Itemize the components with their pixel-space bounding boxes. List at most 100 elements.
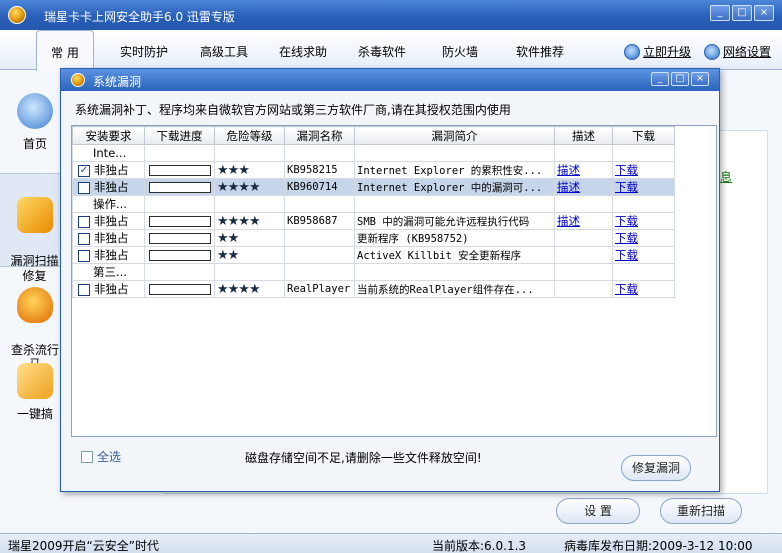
progress-cell xyxy=(144,178,215,196)
row-checkbox[interactable]: ✓ xyxy=(78,164,90,177)
table-group-row: 操作... xyxy=(72,195,675,213)
download-progress-bar xyxy=(148,283,211,295)
risk-level-cell: ★★★★ xyxy=(214,212,285,230)
table-group-row: 第三... xyxy=(72,263,675,281)
settings-button[interactable]: 设 置 xyxy=(556,498,640,524)
column-header[interactable]: 下载 xyxy=(612,126,675,145)
shield-icon xyxy=(17,287,53,323)
column-header[interactable]: 漏洞简介 xyxy=(354,126,555,145)
requirement-cell: 非独占 xyxy=(72,212,145,230)
download-cell: 下载 xyxy=(612,246,675,264)
describe-cell xyxy=(554,263,613,281)
vuln-summary-cell: Internet Explorer 中的漏洞可... xyxy=(354,178,555,196)
risk-level-cell xyxy=(214,263,285,281)
table-row[interactable]: 非独占 ★★ ActiveX Killbit 安全更新程序 下载 xyxy=(72,246,675,264)
describe-cell xyxy=(554,246,613,264)
requirement-cell: 非独占 xyxy=(72,280,145,298)
download-link[interactable]: 下载 xyxy=(615,180,638,194)
vuln-summary-cell xyxy=(354,195,555,213)
progress-cell xyxy=(144,144,215,162)
column-header[interactable]: 安装要求 xyxy=(72,126,145,145)
repair-vulnerabilities-button[interactable]: 修复漏洞 xyxy=(621,455,691,481)
table-row[interactable]: 非独占 ★★ 更新程序 (KB958752) 下载 xyxy=(72,229,675,247)
column-header[interactable]: 漏洞名称 xyxy=(284,126,355,145)
close-button[interactable]: × xyxy=(754,5,774,21)
row-checkbox[interactable] xyxy=(78,181,90,194)
maximize-button[interactable]: □ xyxy=(732,5,752,21)
minimize-button[interactable]: _ xyxy=(710,5,730,21)
download-link[interactable]: 下载 xyxy=(615,248,638,262)
status-virus-db-date: 病毒库发布日期:2009-3-12 10:00 xyxy=(564,539,753,553)
download-cell xyxy=(612,263,675,281)
upgrade-link[interactable]: 立即升级 xyxy=(624,43,691,60)
tab-online-help[interactable]: 在线求助 xyxy=(279,43,327,60)
vuln-name-cell: KB958215 xyxy=(284,161,355,179)
column-header[interactable]: 描述 xyxy=(554,126,613,145)
tab-common[interactable]: 常 用 xyxy=(36,30,94,71)
describe-link[interactable]: 描述 xyxy=(557,163,580,177)
info-link[interactable]: 息 xyxy=(720,168,732,185)
describe-cell xyxy=(554,195,613,213)
download-cell xyxy=(612,144,675,162)
table-row[interactable]: 非独占 ★★★★ KB960714 Internet Explorer 中的漏洞可..… xyxy=(72,178,675,196)
dialog-titlebar: 系统漏洞 _ □ × xyxy=(61,69,719,91)
tab-realtime-protection[interactable]: 实时防护 xyxy=(120,43,168,60)
vuln-name-cell: RealPlayer xyxy=(284,280,355,298)
download-link[interactable]: 下载 xyxy=(615,214,638,228)
progress-cell xyxy=(144,263,215,281)
vulnerability-table: 安装要求 下载进度 危险等级 漏洞名称 漏洞简介 描述 下载 Inte... ✓ 非… xyxy=(72,126,675,298)
progress-cell xyxy=(144,280,215,298)
vuln-summary-cell: ActiveX Killbit 安全更新程序 xyxy=(354,246,555,264)
status-slogan: 瑞星2009开启“云安全”时代 xyxy=(8,539,159,553)
download-progress-bar xyxy=(148,164,211,176)
describe-cell xyxy=(554,280,613,298)
requirement-text: Inte... xyxy=(93,146,127,160)
describe-cell: 描述 xyxy=(554,212,613,230)
requirement-text: 非独占 xyxy=(94,214,129,228)
download-link[interactable]: 下载 xyxy=(615,282,638,296)
tab-antivirus[interactable]: 杀毒软件 xyxy=(358,43,406,60)
describe-cell xyxy=(554,229,613,247)
requirement-cell: 非独占 xyxy=(72,178,145,196)
row-checkbox[interactable] xyxy=(78,249,90,262)
dialog-minimize-button[interactable]: _ xyxy=(651,72,669,86)
table-row[interactable]: 非独占 ★★★★ KB958687 SMB 中的漏洞可能允许远程执行代码 描述 下载 xyxy=(72,212,675,230)
download-progress-bar xyxy=(148,232,211,244)
risk-level-cell: ★★ xyxy=(214,229,285,247)
rescan-button[interactable]: 重新扫描 xyxy=(660,498,742,524)
upgrade-icon xyxy=(624,43,640,60)
dialog-close-button[interactable]: × xyxy=(691,72,709,86)
vuln-name-cell xyxy=(284,144,355,162)
describe-link[interactable]: 描述 xyxy=(557,180,580,194)
vuln-summary-cell-text: 当前系统的RealPlayer组件存在... xyxy=(357,283,534,296)
table-row[interactable]: ✓ 非独占 ★★★ KB958215 Internet Explorer 的累积性安..… xyxy=(72,161,675,179)
select-all-box xyxy=(81,450,93,463)
download-link[interactable]: 下载 xyxy=(615,231,638,245)
dialog-maximize-button[interactable]: □ xyxy=(671,72,689,86)
row-checkbox[interactable] xyxy=(78,283,90,296)
disk-space-warning: 磁盘存储空间不足,请删除一些文件释放空间! xyxy=(245,451,482,465)
download-link[interactable]: 下载 xyxy=(615,163,638,177)
table-group-row: Inte... xyxy=(72,144,675,162)
vuln-summary-cell xyxy=(354,144,555,162)
tab-software-recommend[interactable]: 软件推荐 xyxy=(516,43,564,60)
network-settings-link[interactable]: 网络设置 xyxy=(704,43,771,60)
vuln-name-cell-text: KB960714 xyxy=(287,181,338,193)
tab-firewall[interactable]: 防火墙 xyxy=(442,43,478,60)
tab-advanced-tools[interactable]: 高级工具 xyxy=(200,43,248,60)
risk-level-cell: ★★★★ xyxy=(214,178,285,196)
vuln-name-cell xyxy=(284,195,355,213)
sidebar-item-label: 首页 xyxy=(22,137,47,151)
download-cell: 下载 xyxy=(612,212,675,230)
describe-link[interactable]: 描述 xyxy=(557,214,580,228)
row-checkbox[interactable] xyxy=(78,215,90,228)
select-all-checkbox[interactable]: 全选 xyxy=(81,448,121,465)
dialog-logo-icon xyxy=(71,73,85,87)
row-checkbox[interactable] xyxy=(78,232,90,245)
column-header[interactable]: 下载进度 xyxy=(144,126,215,145)
table-row[interactable]: 非独占 ★★★★ RealPlayer 当前系统的RealPlayer组件存在... 下… xyxy=(72,280,675,298)
upgrade-label: 立即升级 xyxy=(643,45,692,59)
column-header[interactable]: 危险等级 xyxy=(214,126,285,145)
download-progress-bar xyxy=(148,249,211,261)
vulnerability-list: 安装要求 下载进度 危险等级 漏洞名称 漏洞简介 描述 下载 Inte... ✓ 非… xyxy=(71,125,717,437)
